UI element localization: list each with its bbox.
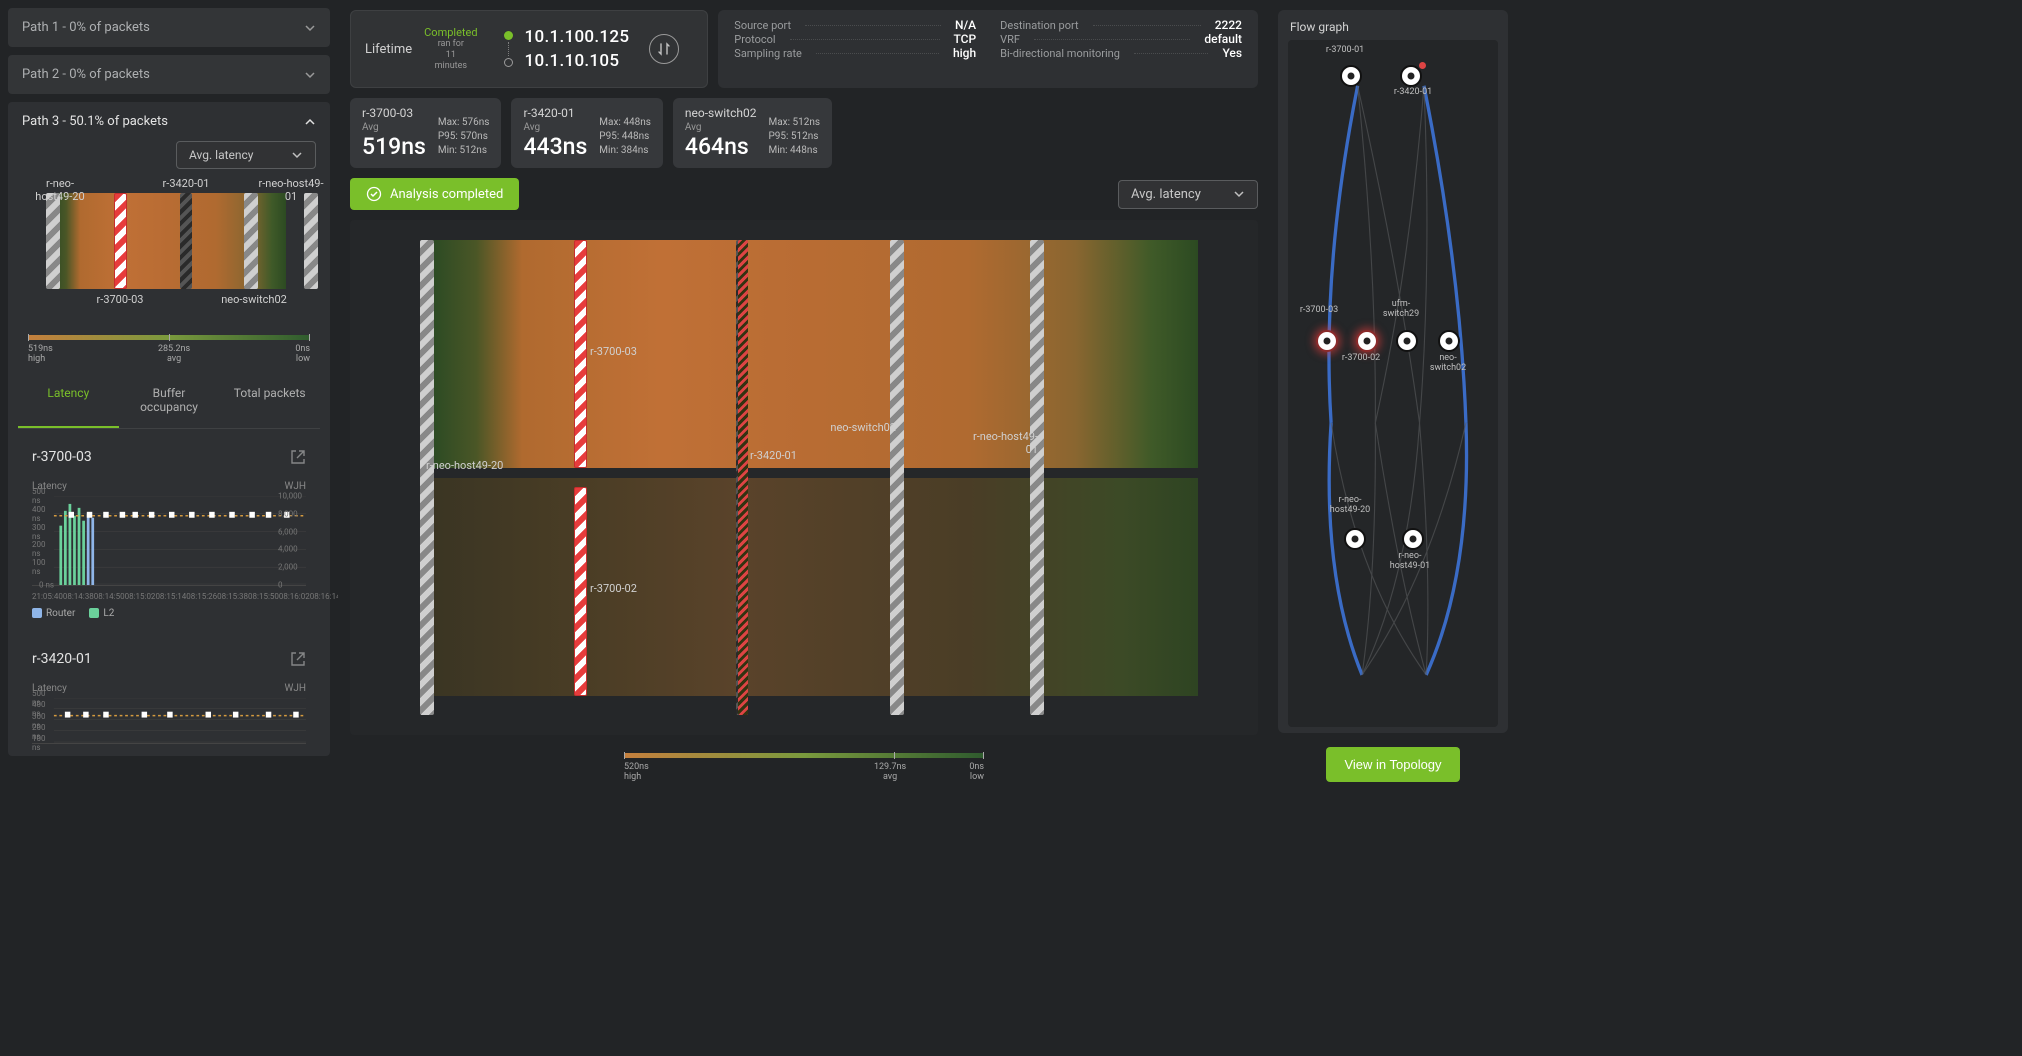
tab-latency[interactable]: Latency <box>18 374 119 428</box>
graph-node[interactable] <box>1396 330 1418 352</box>
tab-packets[interactable]: Total packets <box>219 374 320 428</box>
path-2-accordion[interactable]: Path 2 - 0% of packets <box>8 55 330 94</box>
latency-chart-r-3420-01: 500 ns 400 ns 300 ns 200 ns 100 ns <box>32 698 306 744</box>
metric-tabs: Latency Buffer occupancy Total packets <box>18 374 320 429</box>
status-dot-icon <box>1419 62 1426 69</box>
path-1-label: Path 1 - 0% of packets <box>22 20 150 35</box>
analysis-status-badge: Analysis completed <box>350 178 519 210</box>
graph-node[interactable] <box>1356 330 1378 352</box>
dest-ip: 10.1.10.105 <box>525 51 630 71</box>
chevron-down-icon <box>304 22 316 34</box>
device-card-r-3700-03: r-3700-03 Latency WJH <box>18 439 320 631</box>
graph-node[interactable] <box>1316 330 1338 352</box>
chevron-down-icon <box>291 149 303 161</box>
path-2-label: Path 2 - 0% of packets <box>22 67 150 82</box>
tab-buffer[interactable]: Buffer occupancy <box>119 374 220 428</box>
main-flow-diagram: r-neo-host49-20 r-3700-03 r-3700-02 r-34… <box>350 220 1258 735</box>
graph-node[interactable] <box>1402 528 1424 550</box>
check-circle-icon <box>366 186 382 202</box>
flow-graph-panel: Flow graph <box>1278 10 1508 733</box>
summary-topbar: Lifetime Completed ran for 11 minutes 10… <box>350 10 1258 88</box>
direction-icon <box>504 31 513 67</box>
popout-icon[interactable] <box>290 651 306 667</box>
main-metric-selector[interactable]: Avg. latency <box>1118 180 1258 209</box>
mini-metric-selector[interactable]: Avg. latency <box>176 141 316 169</box>
hop-summary-cards: r-3700-03 Avg 519ns Max: 576ns P95: 570n… <box>350 98 1258 168</box>
hop-card[interactable]: r-3700-03 Avg 519ns Max: 576ns P95: 570n… <box>350 98 501 168</box>
hop-card[interactable]: neo-switch02 Avg 464ns Max: 512ns P95: 5… <box>673 98 832 168</box>
path-3-panel: Path 3 - 50.1% of packets Avg. latency <box>8 102 330 756</box>
main-latency-scale: 520nshigh 129.7nsavg 0nslow <box>624 753 984 782</box>
mini-flow-diagram: r-neo-host49-20 r-3420-01 r-neo-host49-0… <box>24 179 314 329</box>
mini-latency-scale: 519nshigh 285.2nsavg 0nslow <box>28 335 310 364</box>
swap-direction-button[interactable] <box>649 34 679 64</box>
graph-node[interactable] <box>1340 65 1362 87</box>
flow-graph-canvas[interactable]: r-3700-01 r-3420-01 r-3700-03 r-3700-02 <box>1288 40 1498 727</box>
chevron-down-icon <box>304 69 316 81</box>
latency-chart-r-3700-03: 500 ns 400 ns 300 ns 200 ns 100 ns 0 ns … <box>32 496 306 586</box>
path-3-label: Path 3 - 50.1% of packets <box>22 114 168 129</box>
hop-card[interactable]: r-3420-01 Avg 443ns Max: 448ns P95: 448n… <box>511 98 662 168</box>
view-in-topology-button[interactable]: View in Topology <box>1326 747 1459 782</box>
graph-node[interactable] <box>1438 330 1460 352</box>
chevron-down-icon <box>1233 188 1245 200</box>
graph-node[interactable] <box>1400 65 1422 87</box>
popout-icon[interactable] <box>290 449 306 465</box>
chevron-up-icon[interactable] <box>304 116 316 128</box>
flow-metadata: Source portN/A ProtocolTCP Sampling rate… <box>718 10 1258 88</box>
path-1-accordion[interactable]: Path 1 - 0% of packets <box>8 8 330 47</box>
lifetime-box: Lifetime Completed ran for 11 minutes 10… <box>350 10 708 88</box>
source-ip: 10.1.100.125 <box>525 27 630 47</box>
device-card-r-3420-01: r-3420-01 Latency WJH <box>18 641 320 756</box>
graph-node[interactable] <box>1344 528 1366 550</box>
